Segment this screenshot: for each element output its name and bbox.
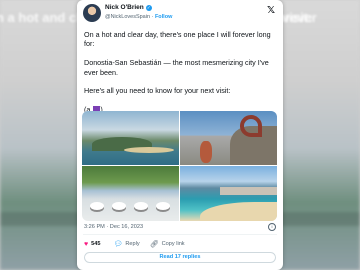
author-name-row[interactable]: Nick O'Brien ✓ xyxy=(105,4,152,11)
like-button[interactable]: ♥ 545 xyxy=(84,241,104,248)
tweet-paragraph: Here's all you need to know for your nex… xyxy=(84,86,231,96)
link-icon: 🔗︎ xyxy=(149,240,159,248)
tweet-meta: 3:26 PM · Dec 16, 2023 i xyxy=(84,223,276,231)
reply-label: Reply xyxy=(125,241,140,247)
timestamp[interactable]: 3:26 PM · Dec 16, 2023 xyxy=(84,224,143,230)
photo-beach-city[interactable] xyxy=(180,166,277,221)
x-logo-icon[interactable]: 𝕏 xyxy=(267,5,275,16)
verified-badge-icon: ✓ xyxy=(145,4,152,11)
like-count: 545 xyxy=(91,241,101,247)
tweet-paragraph: On a hot and clear day, there's one plac… xyxy=(84,30,271,49)
info-icon[interactable]: i xyxy=(268,223,276,231)
copy-link-button[interactable]: 🔗︎ Copy link xyxy=(150,241,185,248)
photo-terrace-restaurant[interactable] xyxy=(82,166,179,221)
heart-icon: ♥ xyxy=(84,240,89,248)
action-bar: ♥ 545 💬︎ Reply 🔗︎ Copy link xyxy=(84,239,276,249)
author-name[interactable]: Nick O'Brien xyxy=(105,4,144,11)
photo-sculpture-rocks[interactable] xyxy=(180,111,277,165)
avatar[interactable] xyxy=(83,4,101,22)
handle-line: @NickLovesSpain · Follow xyxy=(105,14,173,20)
read-replies-button[interactable]: Read 17 replies xyxy=(84,252,276,263)
background-text-right: visit: xyxy=(282,10,313,25)
tweet-card: Nick O'Brien ✓ @NickLovesSpain · Follow 𝕏… xyxy=(77,0,283,270)
photo-grid xyxy=(82,111,277,221)
reply-button[interactable]: 💬︎ Reply xyxy=(114,241,140,248)
copy-link-label: Copy link xyxy=(161,241,185,247)
tweet-paragraph: Donostia-San Sebastián — the most mesmer… xyxy=(84,58,269,77)
follow-button[interactable]: Follow xyxy=(155,14,172,20)
author-handle[interactable]: @NickLovesSpain xyxy=(105,14,150,20)
photo-bay-view[interactable] xyxy=(82,111,179,165)
tweet-text: On a hot and clear day, there's one plac… xyxy=(84,30,278,124)
tweet-header: Nick O'Brien ✓ @NickLovesSpain · Follow 𝕏 xyxy=(83,3,277,25)
divider xyxy=(83,234,277,235)
reply-icon: 💬︎ xyxy=(113,240,123,248)
